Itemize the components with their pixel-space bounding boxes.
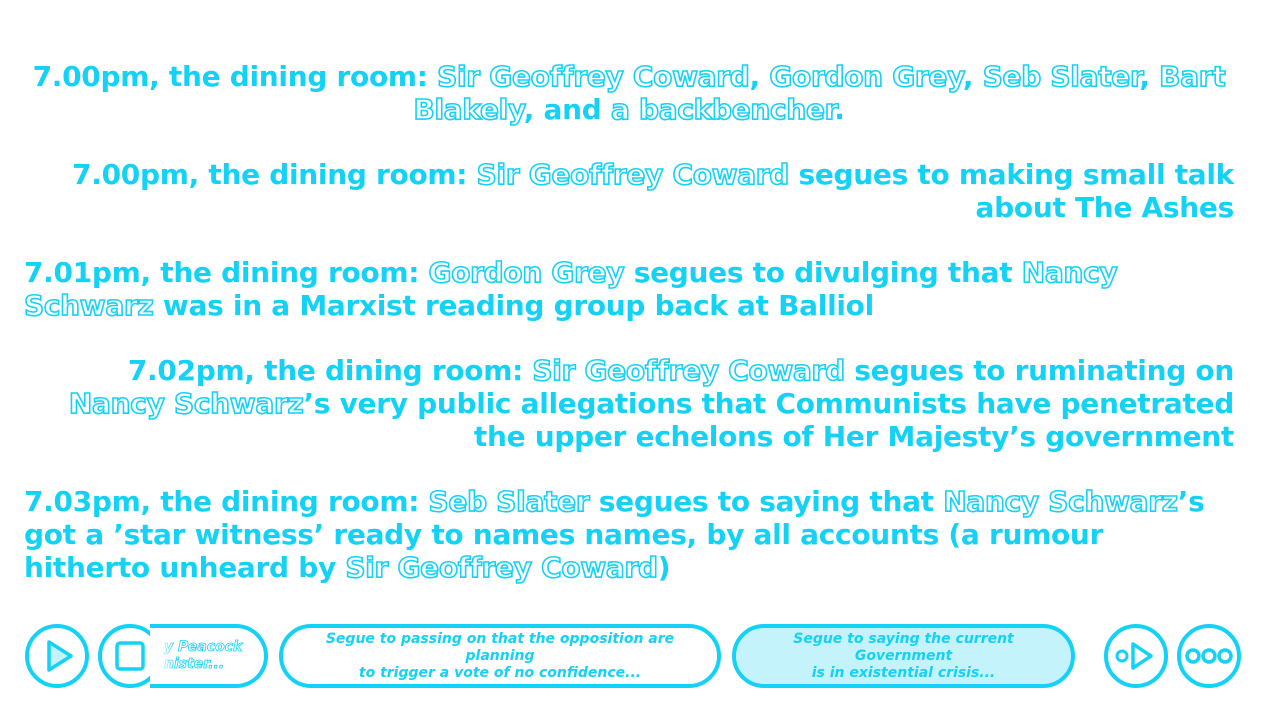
log-entry: 7.02pm, the dining room: Sir Geoffrey Co…	[24, 353, 1234, 453]
character-name: Nancy Schwarz	[942, 484, 1178, 519]
option-button-existential-crisis[interactable]: Segue to saying the current Government i…	[732, 624, 1075, 688]
log-text: 7.00pm, the dining room:	[72, 158, 477, 191]
control-bar: y Peacock nister... Segue to passing on …	[0, 624, 1265, 688]
character-name: Seb Slater	[428, 484, 591, 519]
log-text: 7.03pm, the dining room:	[24, 485, 429, 518]
stop-icon	[115, 641, 145, 671]
conversation-log: 7.00pm, the dining room: Sir Geoffrey Co…	[23, 59, 1234, 585]
log-text: )	[657, 551, 671, 584]
log-entry: 7.00pm, the dining room: Sir Geoffrey Co…	[24, 157, 1234, 224]
log-text: 7.01pm, the dining room:	[24, 256, 429, 289]
log-text: ,	[749, 60, 770, 93]
log-text: segues to ruminating on	[844, 354, 1234, 387]
character-name: Sir Geoffrey Coward	[476, 157, 790, 192]
option-button-vote-of-no-confidence[interactable]: Segue to passing on that the opposition …	[279, 624, 721, 688]
log-text: , and	[523, 93, 611, 126]
option-label-line: Segue to passing on that the opposition …	[325, 630, 675, 664]
character-name: Gordon Grey	[769, 59, 964, 94]
fast-forward-button[interactable]	[1104, 624, 1168, 688]
log-text: segues to making small talk about The As…	[789, 158, 1234, 224]
option-label: Segue to saying the current Government i…	[748, 631, 1059, 682]
character-name: Seb Slater	[982, 59, 1141, 94]
log-text: was in a Marxist reading group back at B…	[153, 289, 874, 322]
more-button[interactable]	[1177, 624, 1241, 688]
option-label: Segue to passing on that the opposition …	[295, 631, 705, 682]
option-label-line: is in existential crisis...	[811, 664, 996, 681]
play-button[interactable]	[25, 624, 89, 688]
option-label-line: Segue to saying the current Government	[793, 630, 1014, 664]
log-text: ,	[962, 60, 983, 93]
character-name: Sir Geoffrey Coward	[345, 550, 659, 585]
fast-forward-icon	[1115, 642, 1153, 670]
option-button-previous[interactable]: y Peacock nister...	[150, 624, 268, 688]
log-entry: 7.03pm, the dining room: Seb Slater segu…	[24, 484, 1234, 585]
log-entry: 7.01pm, the dining room: Gordon Grey seg…	[23, 255, 1234, 323]
character-name: Nancy Schwarz	[68, 386, 304, 421]
log-text: ,	[1139, 60, 1160, 93]
log-text: 7.02pm, the dining room:	[127, 354, 533, 387]
log-entry: 7.00pm, the dining room: Sir Geoffrey Co…	[24, 59, 1234, 127]
log-text: 7.00pm, the dining room:	[32, 60, 438, 93]
more-icon	[1185, 648, 1233, 664]
fade-overlay	[150, 628, 176, 684]
log-text: segues to saying that	[589, 485, 944, 518]
character-name: Sir Geoffrey Coward	[436, 59, 750, 94]
play-icon	[47, 640, 73, 672]
log-text: segues to divulging that	[624, 256, 1022, 289]
character-name: Sir Geoffrey Coward	[532, 353, 846, 388]
character-name: a backbencher	[610, 92, 835, 127]
character-name: Gordon Grey	[428, 255, 626, 290]
option-label-line: to trigger a vote of no confidence...	[358, 664, 642, 681]
log-text: .	[834, 93, 845, 126]
log-text: ’s very public allegations that Communis…	[303, 387, 1234, 453]
